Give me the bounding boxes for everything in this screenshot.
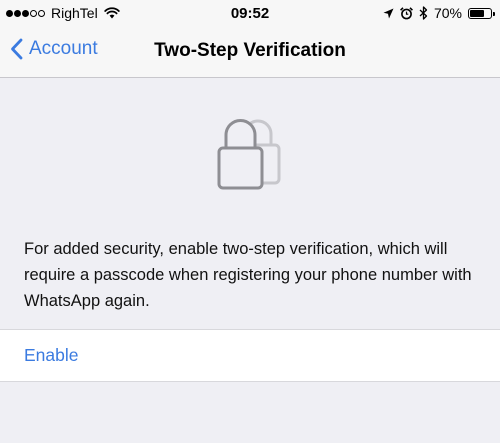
battery-fill — [470, 9, 484, 17]
battery-percent: 70% — [433, 5, 462, 21]
alarm-clock-icon — [400, 6, 413, 19]
enable-button[interactable]: Enable — [24, 345, 79, 366]
navigation-bar: Account Two-Step Verification — [0, 28, 500, 78]
description-text: For added security, enable two-step veri… — [24, 240, 472, 310]
enable-cell[interactable]: Enable — [0, 329, 500, 382]
padlock-icon — [217, 119, 281, 190]
status-right: 70% — [377, 5, 495, 21]
location-arrow-icon — [383, 8, 394, 18]
page-title: Two-Step Verification — [154, 40, 346, 61]
status-bar: RighTel 09:52 70% — [0, 0, 500, 28]
battery-icon — [468, 7, 495, 19]
bluetooth-icon — [419, 6, 428, 20]
